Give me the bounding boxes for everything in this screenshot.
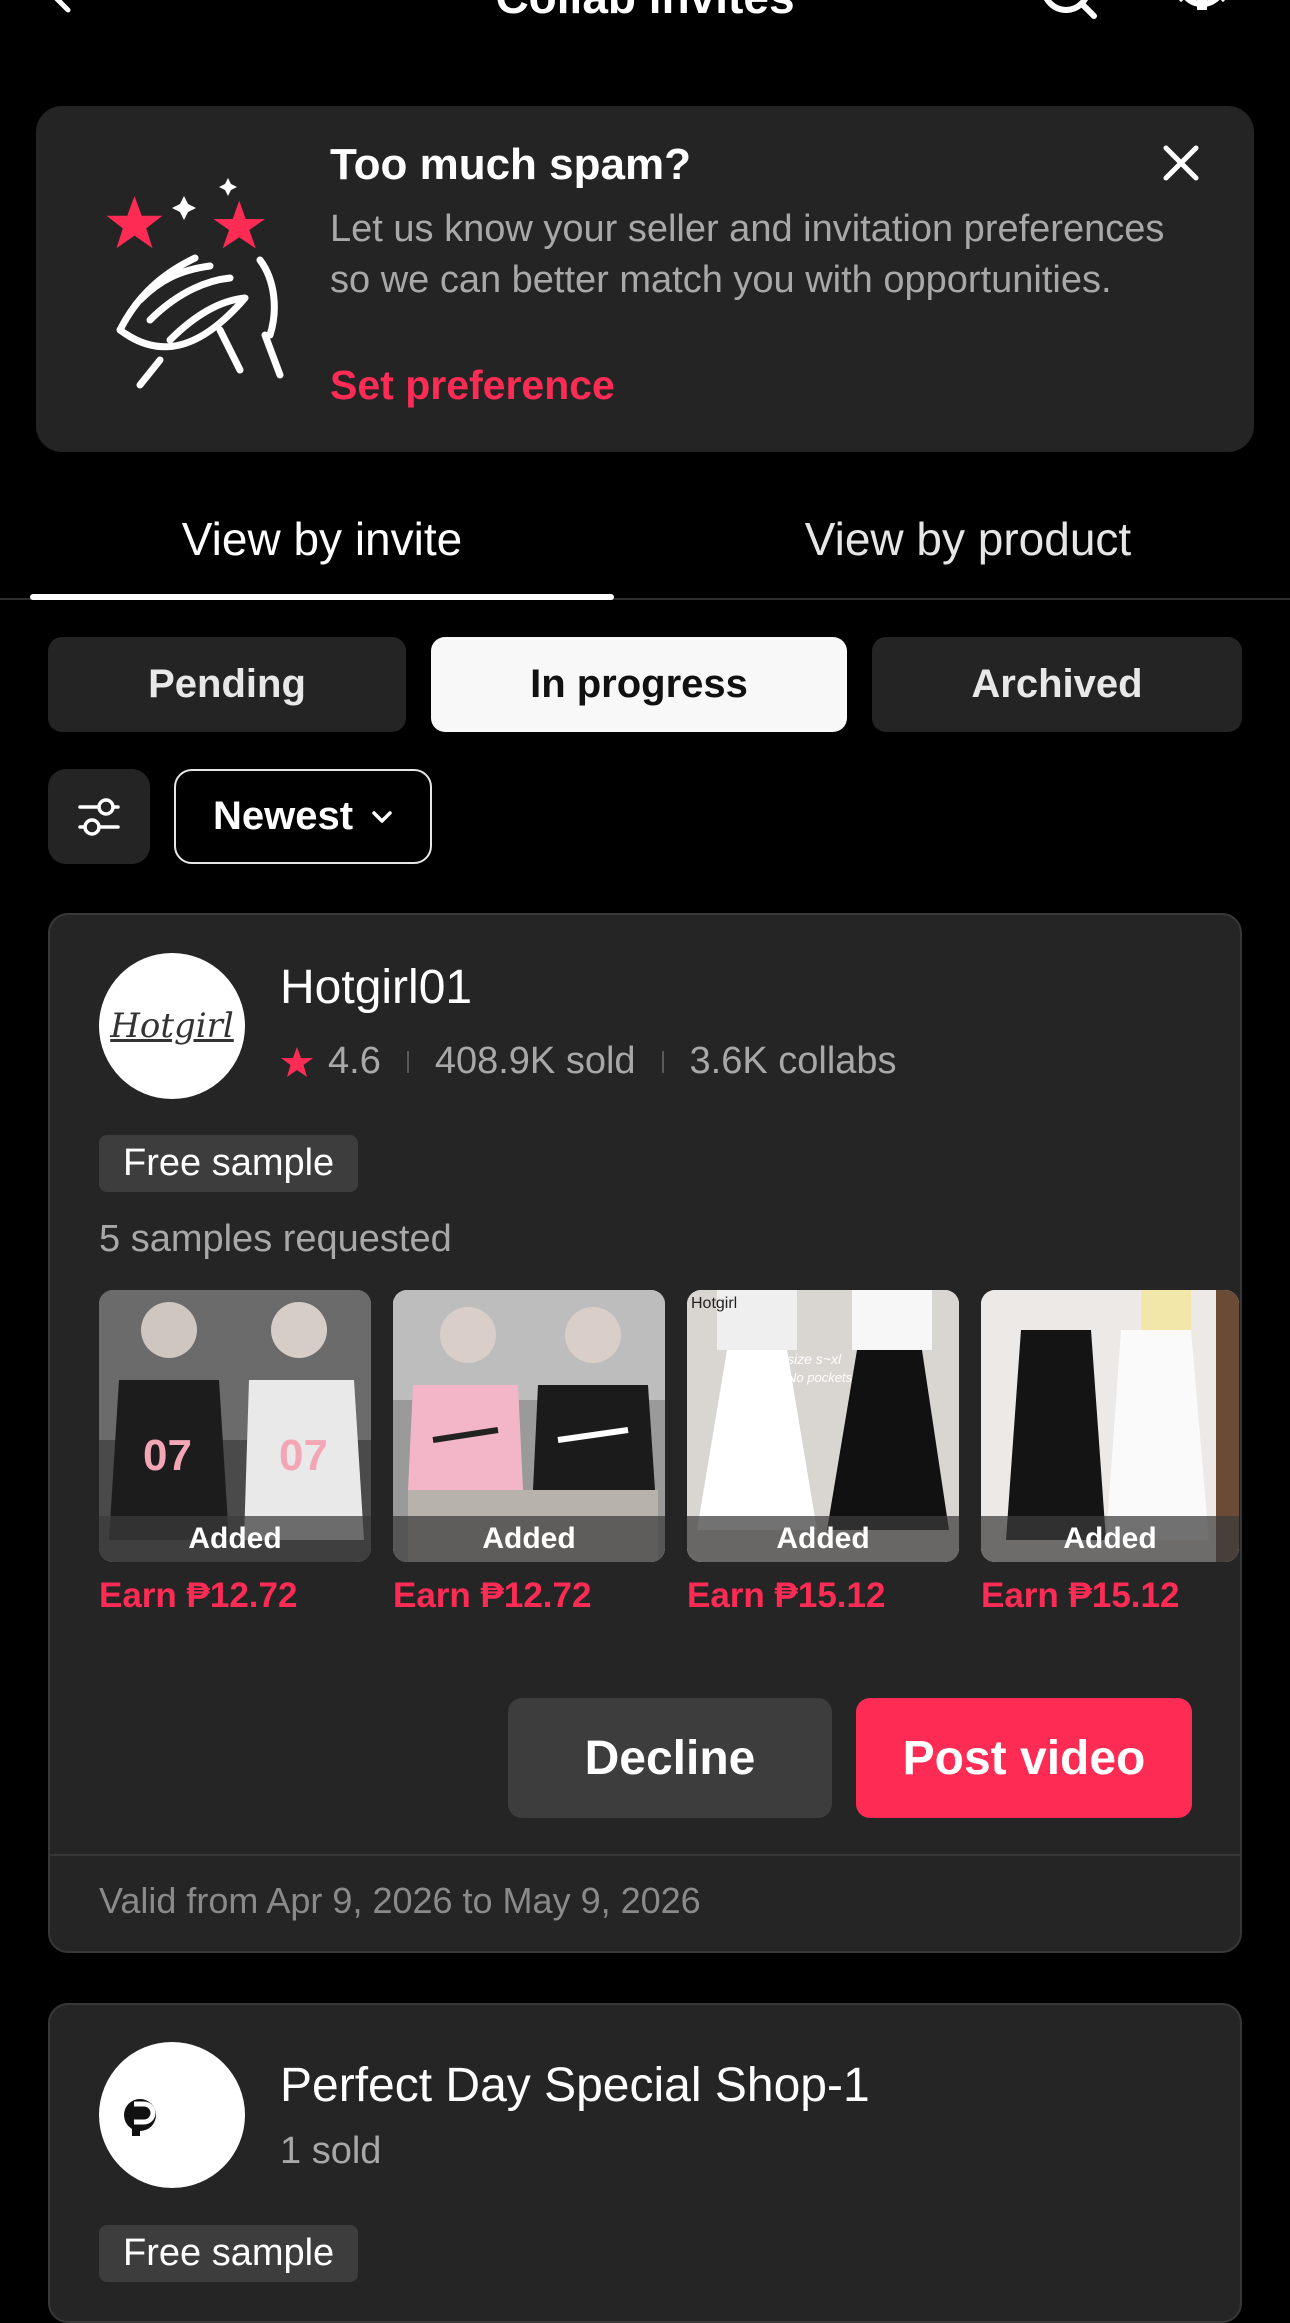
- chevron-down-icon: [372, 810, 392, 823]
- size-note: size s~xl: [787, 1351, 842, 1367]
- product-thumbnail[interactable]: 07 07 Added: [99, 1290, 371, 1562]
- samples-requested-text: 5 samples requested: [99, 1218, 452, 1260]
- earn-amount: Earn ₱12.72: [393, 1576, 592, 1615]
- decline-button[interactable]: Decline: [508, 1698, 832, 1818]
- free-sample-badge: Free sample: [99, 2225, 359, 2282]
- gear-icon[interactable]: [1170, 0, 1234, 26]
- top-bar: Collab invites: [0, 0, 1290, 40]
- added-label: Added: [393, 1516, 665, 1562]
- shop-name: Perfect Day Special Shop-1: [280, 2059, 870, 2112]
- post-video-button[interactable]: Post video: [856, 1698, 1192, 1818]
- card-divider: [48, 1854, 1242, 1856]
- added-label: Added: [687, 1516, 959, 1562]
- added-label: Added: [981, 1516, 1239, 1562]
- tab-view-by-product[interactable]: View by product: [676, 512, 1260, 566]
- filter-button[interactable]: [48, 769, 150, 864]
- sliders-icon: [78, 798, 120, 836]
- shop-collabs: 3.6K collabs: [689, 1040, 897, 1082]
- segment-pending[interactable]: Pending: [48, 637, 406, 732]
- pocket-note: No pockets: [787, 1370, 853, 1385]
- product-thumbnail[interactable]: Added: [393, 1290, 665, 1562]
- search-icon[interactable]: [1036, 0, 1100, 26]
- shop-avatar: [99, 2042, 245, 2188]
- jersey-number-right: 07: [279, 1431, 328, 1480]
- shop-name: Hotgirl01: [280, 961, 473, 1014]
- set-preference-link[interactable]: Set preference: [330, 362, 615, 409]
- segment-archived[interactable]: Archived: [872, 637, 1242, 732]
- product-thumbnail[interactable]: Hotgirl size s~xl No pockets Added: [687, 1290, 959, 1562]
- shop-logo-text: Hotgirl: [110, 1006, 234, 1046]
- tab-view-by-invite[interactable]: View by invite: [30, 512, 614, 566]
- high-five-illustration-icon: [106, 178, 284, 389]
- jersey-number-left: 07: [143, 1431, 192, 1480]
- sort-label: Newest: [212, 794, 354, 838]
- shop-avatar: Hotgirl: [99, 953, 245, 1099]
- earn-amount: Earn ₱15.12: [981, 1576, 1180, 1615]
- sort-dropdown[interactable]: Newest: [174, 769, 432, 864]
- earn-amount: Earn ₱15.12: [687, 1576, 886, 1615]
- active-tab-indicator: [30, 594, 614, 600]
- free-sample-badge: Free sample: [99, 1135, 359, 1192]
- added-label: Added: [99, 1516, 371, 1562]
- earn-amount: Earn ₱12.72: [99, 1576, 298, 1615]
- star-icon: [281, 1046, 313, 1077]
- validity-text: Valid from Apr 9, 2026 to May 9, 2026: [99, 1880, 701, 1921]
- close-icon[interactable]: [1160, 142, 1202, 184]
- banner-title: Too much spam?: [330, 140, 691, 189]
- brand-overlay: Hotgirl: [691, 1295, 737, 1312]
- product-thumbnail[interactable]: Added: [981, 1290, 1239, 1562]
- shop-sold: 1 sold: [280, 2130, 382, 2172]
- segment-in-progress[interactable]: In progress: [431, 637, 847, 732]
- shop-sold: 408.9K sold: [434, 1040, 636, 1082]
- banner-body: Let us know your seller and invitation p…: [330, 208, 1165, 301]
- shop-stats: 4.6 408.9K sold 3.6K collabs: [280, 1040, 897, 1083]
- perfect-day-logo: [124, 2099, 156, 2136]
- shop-rating: 4.6: [328, 1040, 381, 1082]
